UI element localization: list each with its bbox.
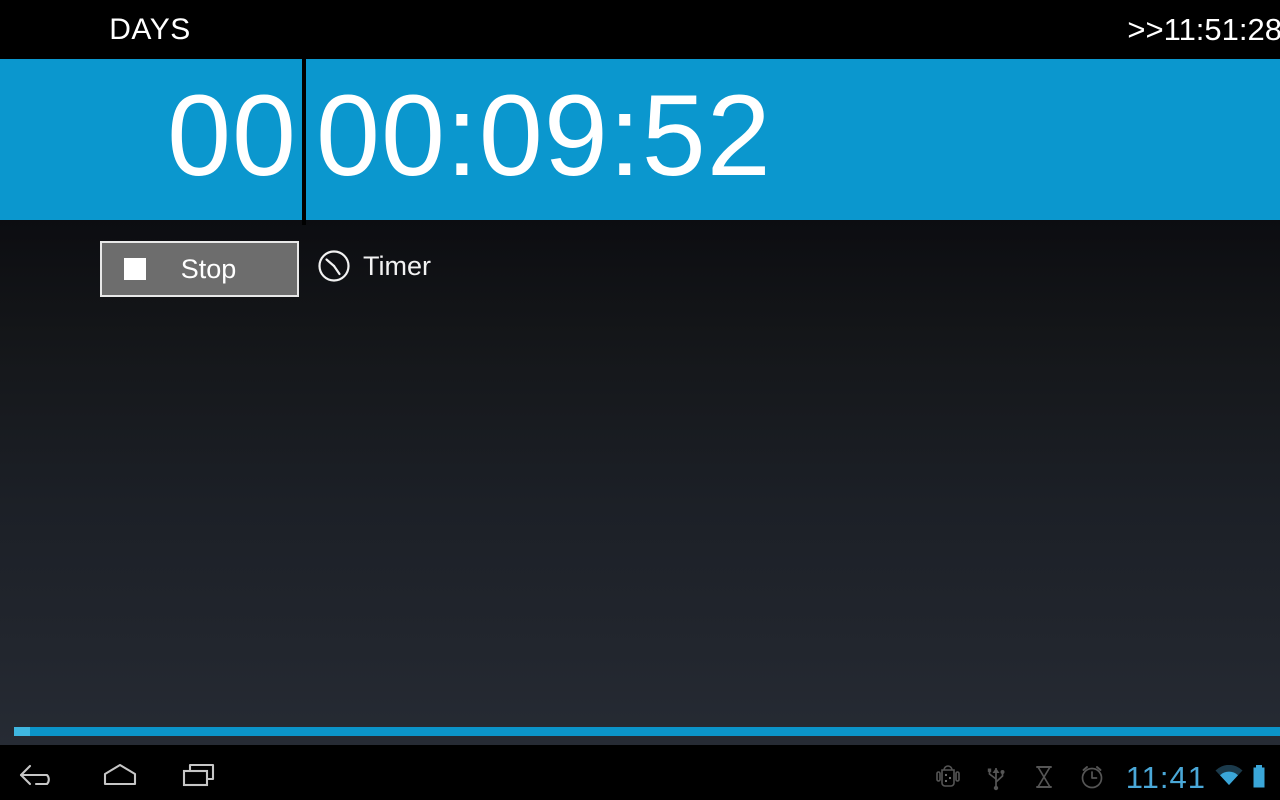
app-header: DAYS >>11:51:28 [0,0,1280,59]
content-area: Stop Timer [0,220,1280,745]
back-arrow-icon [18,760,62,795]
alarm-clock-icon[interactable] [1068,754,1116,800]
time-value: 00:09:52 [316,72,772,200]
android-debug-icon[interactable] [924,754,972,800]
stop-button-label: Stop [180,253,237,284]
battery-icon[interactable] [1246,754,1272,800]
nav-home-button[interactable] [80,754,160,800]
progress-fill [14,727,1280,736]
system-nav-bar: 11:41 [0,754,1280,800]
usb-icon[interactable] [972,754,1020,800]
progress-bar [0,727,1280,736]
status-clock: 11:41 [1125,759,1206,795]
stop-button[interactable]: Stop [100,241,299,297]
days-panel[interactable]: 00 [0,59,302,220]
wifi-icon[interactable] [1212,754,1246,800]
screen: DAYS >>11:51:28 00 00:09:52 Stop Timer 1… [0,0,1280,800]
status-icons: 11:41 [924,754,1280,800]
clock-icon [317,249,351,283]
panel-divider [302,59,306,225]
target-time: >>11:51:28 [1127,11,1280,47]
nav-recents-button[interactable] [160,754,240,800]
stop-square-icon [124,258,146,280]
mode-label: Timer [363,250,431,281]
days-value: 00 [167,72,297,200]
recent-apps-icon [178,760,222,795]
home-icon [98,760,142,795]
time-panel[interactable]: 00:09:52 [306,59,1280,220]
timer-band: 00 00:09:52 [0,59,1280,225]
hourglass-icon[interactable] [1020,754,1068,800]
days-caption: DAYS [109,12,191,46]
nav-back-button[interactable] [0,754,80,800]
mode-indicator: Timer [317,249,431,283]
progress-head [14,727,30,736]
